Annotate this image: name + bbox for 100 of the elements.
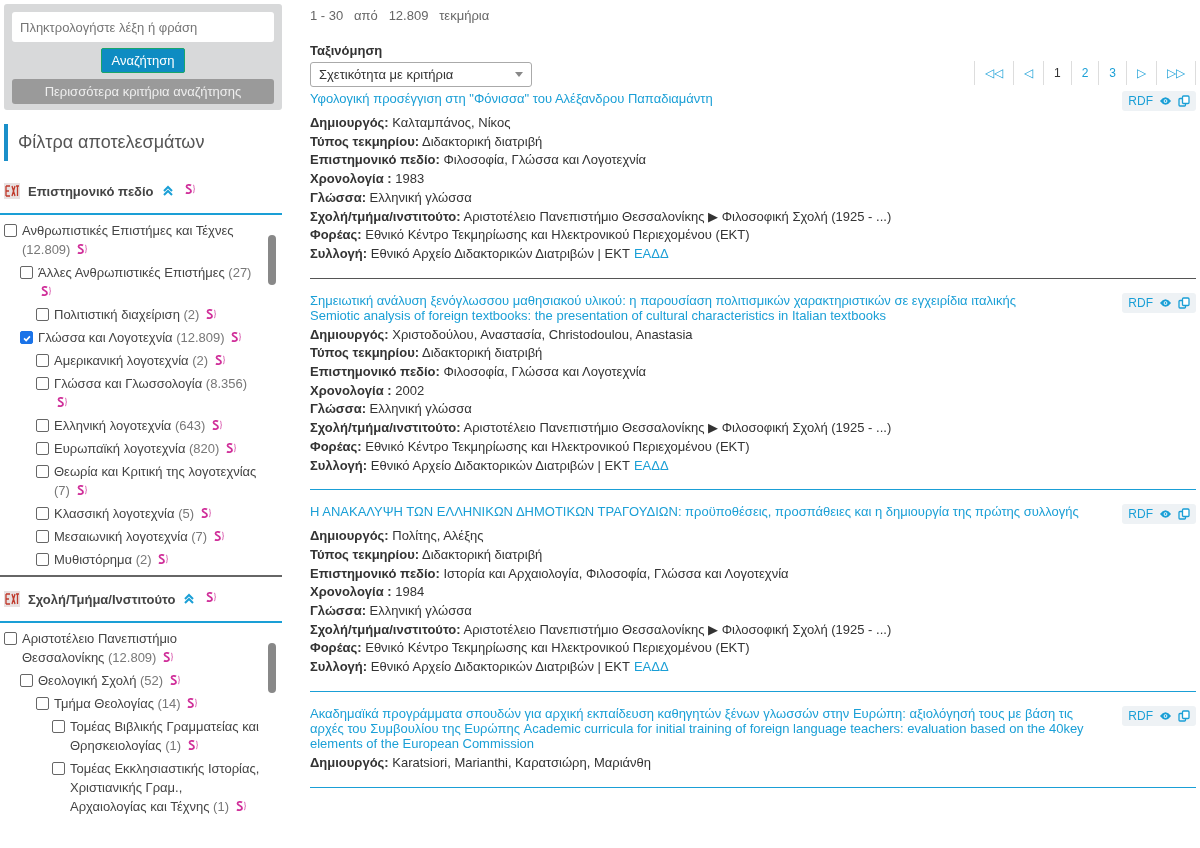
facet-link-icon[interactable] — [158, 553, 169, 565]
facet-link-icon[interactable] — [214, 354, 225, 366]
facet-link-icon[interactable] — [163, 651, 174, 663]
facet-option[interactable]: Τομέας Βιβλικής Γραμματείας και Θρησκειολογίας (1) — [70, 717, 260, 755]
facet-option[interactable]: Θεολογική Σχολή (52) — [38, 671, 180, 690]
facet-heading[interactable]: Επιστημονικό πεδίο — [28, 183, 154, 199]
facet-link-icon[interactable] — [213, 530, 224, 542]
checkbox[interactable] — [20, 266, 33, 279]
record-field: Δημιουργός: Πολίτης, Αλέξης — [310, 528, 484, 544]
copy-icon[interactable] — [1178, 508, 1190, 521]
eye-icon[interactable] — [1159, 297, 1172, 308]
checkbox[interactable] — [36, 553, 49, 566]
facet-option[interactable]: Κλασσική λογοτεχνία (5) — [54, 504, 211, 523]
record-field: Γλώσσα: Ελληνική γλώσσα — [310, 603, 472, 619]
facet-option[interactable]: Μεσαιωνική λογοτεχνία (7) — [54, 527, 224, 546]
facet-option[interactable]: Πολιτιστική διαχείριση (2) — [54, 305, 216, 324]
facet-link-icon[interactable] — [76, 484, 87, 496]
facet-option[interactable]: Ευρωπαϊκή λογοτεχνία (820) — [54, 439, 236, 458]
checkbox[interactable] — [4, 632, 17, 645]
checkbox[interactable] — [36, 308, 49, 321]
search-field[interactable]: Πληκτρολογήστε λέξη ή φράση — [12, 12, 274, 42]
checkbox[interactable] — [36, 530, 49, 543]
page-link[interactable]: 1 — [1042, 61, 1071, 85]
logo-icon — [4, 591, 20, 607]
record-field: Γλώσσα: Ελληνική γλώσσα — [310, 401, 472, 417]
record-field: Σχολή/τμήμα/ινστιτούτο: Αριστοτέλειο Πανεπιστήμιο Θεσσαλονίκης ▶ Φιλοσοφική Σχολή (1925 - ...) — [310, 420, 892, 436]
facet-link-icon[interactable] — [169, 674, 180, 686]
facet-link-icon[interactable] — [187, 739, 198, 751]
record-field: Τύπος τεκμηρίου: Διδακτορική διατριβή — [310, 345, 543, 361]
facet-link-icon[interactable] — [211, 419, 222, 431]
record-field: Τύπος τεκμηρίου: Διδακτορική διατριβή — [310, 133, 543, 149]
facet-option[interactable]: Ελληνική λογοτεχνία (643) — [54, 416, 222, 435]
record-field: Συλλογή: Εθνικό Αρχείο Διδακτορικών Διατριβών | ΕΚΤ — [310, 659, 630, 675]
copy-icon[interactable] — [1178, 296, 1190, 309]
record-field: Φορέας: Εθνικό Κέντρο Τεκμηρίωσης και Ηλεκτρονικού Περιεχομένου (ΕΚΤ) — [310, 640, 750, 656]
record-field: Γλώσσα: Ελληνική γλώσσα — [310, 189, 472, 205]
facet-option[interactable]: Αμερικανική λογοτεχνία (2) — [54, 351, 225, 370]
checkbox[interactable] — [52, 762, 65, 775]
facet-link-icon[interactable] — [206, 591, 217, 603]
facet-option[interactable]: Ανθρωπιστικές Επιστήμες και Τέχνες (12.809) — [22, 221, 260, 259]
facet-link-icon[interactable] — [187, 697, 198, 709]
checkbox[interactable] — [36, 419, 49, 432]
checkbox[interactable] — [20, 674, 33, 687]
checkbox[interactable] — [36, 507, 49, 520]
record-field: Επιστημονικό πεδίο: Φιλοσοφία, Γλώσσα και Λογοτεχνία — [310, 364, 647, 380]
record-field: Χρονολογία : 1983 — [310, 171, 425, 187]
facet-option[interactable]: Τμήμα Θεολογίας (14) — [54, 694, 198, 713]
logo-icon — [4, 183, 20, 199]
facet-link-icon[interactable] — [41, 285, 51, 297]
search-button[interactable]: Αναζήτηση — [100, 48, 186, 73]
copy-icon[interactable] — [1178, 709, 1190, 722]
record-field: Δημιουργός: Καλταμπάνος, Νίκος — [310, 115, 511, 130]
checkbox[interactable] — [36, 697, 49, 710]
facet-option[interactable]: Τομέας Εκκλησιαστικής Ιστορίας, Χριστιανικής Γραμ., Αρχαιολογίας και Τέχνης (1) — [70, 759, 260, 816]
collapse-chevron-icon[interactable] — [183, 593, 196, 605]
facet-link-icon[interactable] — [231, 331, 242, 343]
record-field: Σχολή/τμήμα/ινστιτούτο: Αριστοτέλειο Πανεπιστήμιο Θεσσαλονίκης ▶ Φιλοσοφική Σχολή (1925 - ...) — [310, 621, 892, 637]
facet-option[interactable]: Μυθιστόρημα (2) — [54, 550, 169, 569]
filters-heading: Φίλτρα αποτελεσμάτων — [4, 124, 282, 161]
facet-link-icon[interactable] — [206, 308, 216, 320]
record-field: Χρονολογία : 1984 — [310, 584, 425, 600]
facet-link-icon[interactable] — [184, 183, 195, 195]
checkbox[interactable] — [36, 442, 49, 455]
facet-link-icon[interactable] — [235, 800, 246, 812]
facet-option[interactable]: Άλλες Ανθρωπιστικές Επιστήμες (27) — [38, 263, 260, 301]
facet-option[interactable]: Θεωρία και Κριτική της λογοτεχνίας (7) — [54, 462, 260, 500]
record-field: Δημιουργός: Karatsiori, Marianthi, Καρατσιώρη, Μαριάνθη — [310, 754, 651, 770]
checkbox[interactable] — [52, 720, 65, 733]
record-field: Σχολή/τμήμα/ινστιτούτο: Αριστοτέλειο Πανεπιστήμιο Θεσσαλονίκης ▶ Φιλοσοφική Σχολή (1925 - ...) — [310, 208, 892, 224]
record-field: Φορέας: Εθνικό Κέντρο Τεκμηρίωσης και Ηλεκτρονικού Περιεχομένου (ΕΚΤ) — [310, 227, 750, 243]
facet-option[interactable]: Αριστοτέλειο Πανεπιστήμιο Θεσσαλονίκης (12.809) — [22, 629, 260, 667]
facet-heading[interactable]: Σχολή/Τμήμα/Ινστιτούτο — [28, 591, 176, 607]
eye-icon[interactable] — [1159, 710, 1172, 721]
facet-option[interactable]: Γλώσσα και Λογοτεχνία (12.809) — [38, 328, 242, 347]
checkbox[interactable] — [36, 465, 49, 478]
record-field: Επιστημονικό πεδίο: Φιλοσοφία, Γλώσσα και Λογοτεχνία — [310, 152, 647, 168]
facet-link-icon[interactable] — [57, 396, 67, 408]
record-field: Συλλογή: Εθνικό Αρχείο Διδακτορικών Διατριβών | ΕΚΤ — [310, 457, 630, 473]
checkbox[interactable] — [4, 224, 17, 237]
scrollbar[interactable] — [268, 643, 276, 693]
eye-icon[interactable] — [1159, 509, 1172, 520]
sort-label: Ταξινόμηση — [310, 43, 384, 58]
checkbox[interactable] — [36, 377, 49, 390]
record-field: Τύπος τεκμηρίου: Διδακτορική διατριβή — [310, 546, 543, 562]
facet-link-icon[interactable] — [77, 243, 88, 255]
record-field: Χρονολογία : 2002 — [310, 382, 425, 398]
record-field: Συλλογή: Εθνικό Αρχείο Διδακτορικών Διατριβών | ΕΚΤ — [310, 245, 630, 261]
sort-select[interactable]: Σχετικότητα με κριτήρια — [310, 62, 532, 87]
results-count: 1 - 30 από 12.809 τεκμήρια — [310, 8, 491, 23]
record-field: Επιστημονικό πεδίο: Ιστορία και Αρχαιολογία, Φιλοσοφία, Γλώσσα και Λογοτεχνία — [310, 565, 789, 581]
checkbox[interactable] — [20, 331, 33, 344]
copy-icon[interactable] — [1178, 95, 1190, 107]
facet-link-icon[interactable] — [200, 507, 211, 519]
facet-option[interactable]: Γλώσσα και Γλωσσολογία (8.356) — [54, 374, 260, 412]
collapse-chevron-icon[interactable] — [161, 185, 174, 197]
facet-link-icon[interactable] — [226, 442, 236, 454]
checkbox[interactable] — [36, 354, 49, 367]
eye-icon[interactable] — [1159, 96, 1172, 106]
scrollbar[interactable] — [268, 235, 276, 285]
record-field: Φορέας: Εθνικό Κέντρο Τεκμηρίωσης και Ηλεκτρονικού Περιεχομένου (ΕΚΤ) — [310, 438, 750, 454]
